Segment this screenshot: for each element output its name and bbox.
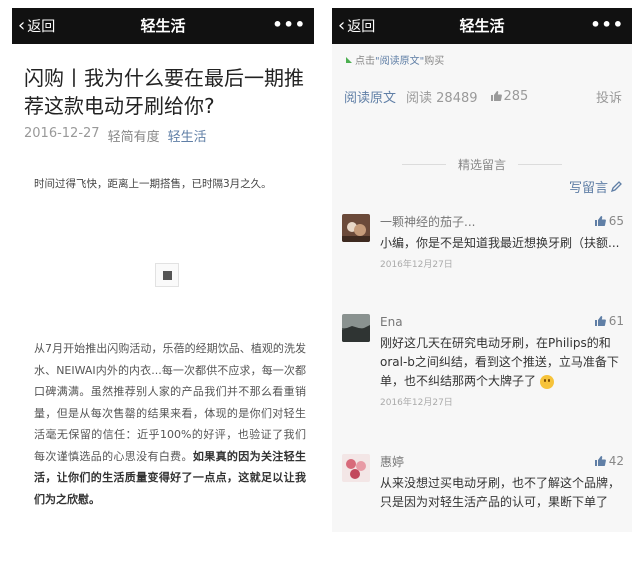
back-button[interactable]: ‹ 返回 [338,8,375,44]
comment-like-button[interactable]: 61 [594,314,624,328]
comments-panel: ‹ 返回 轻生活 ••• 点击 "阅读原文" 购买 阅读原文 阅读 28489 … [332,8,632,532]
thumbs-up-icon [594,316,606,326]
avatar[interactable] [342,314,370,342]
article-panel: ‹ 返回 轻生活 ••• 闪购丨我为什么要在最后一期推荐这款电动牙刷给你? 20… [12,8,314,560]
write-comment-label: 写留言 [568,181,608,196]
comment-text: 刚好这几天在研究电动牙刷，在Philips的和oral-b之间纠结，看到这个推送… [380,334,624,391]
thumbs-up-icon [490,91,502,101]
navbar: ‹ 返回 轻生活 ••• [12,8,314,44]
article-intro: 时间过得飞快，距离上一期搭售，已时隔3月之久。 [34,178,272,190]
article-meta: 2016-12-27 轻简有度 轻生活 [24,126,207,145]
comment-nickname: Ena [380,315,403,329]
nav-title: 轻生活 [459,17,505,35]
hint-prefix: 点击 [355,56,375,67]
flag-icon [346,56,352,63]
article-stats: 阅读原文 阅读 28489 285 投诉 [344,86,622,106]
comment-text: 小编，你是不是知道我最近想换牙刷（扶额... [380,236,620,250]
back-label: 返回 [347,19,376,35]
article-body: 从7月开始推出闪购活动，乐蓓的经期饮品、植观的洗发水、NEIWAI内外的内衣..… [34,338,306,510]
read-count: 阅读 28489 [406,90,478,106]
more-menu-icon[interactable]: ••• [272,8,306,44]
article-body-text: 从7月开始推出闪购活动，乐蓓的经期饮品、植观的洗发水、NEIWAI内外的内衣..… [34,342,306,463]
comment-like-count: 61 [608,314,624,328]
comment-like-count: 65 [608,214,624,228]
article-title: 闪购丨我为什么要在最后一期推荐这款电动牙刷给你? [24,66,304,118]
featured-comments-divider: 精选留言 [402,156,563,173]
account-link[interactable]: 轻生活 [168,126,207,145]
article-date: 2016-12-27 [24,126,100,141]
comment-nickname: 一颗神经的茄子... [380,215,476,229]
like-button[interactable]: 285 [490,88,529,104]
image-placeholder-icon [162,270,172,280]
comment-like-button[interactable]: 65 [594,214,624,228]
hint-suffix: 购买 [424,56,445,67]
image-loading-placeholder [155,263,179,287]
comment-body: 惠婷 42 从来没想过买电动牙刷，也不了解这个品牌，只是因为对轻生活产品的认可，… [380,454,624,512]
hint-link[interactable]: "阅读原文" [375,52,424,67]
divider-line [518,164,563,165]
thumbs-up-icon [594,456,606,466]
back-label: 返回 [27,19,56,35]
like-count: 285 [503,88,529,104]
comment-body: Ena 61 刚好这几天在研究电动牙刷，在Philips的和oral-b之间纠结… [380,314,624,408]
comment-text: 从来没想过买电动牙刷，也不了解这个品牌，只是因为对轻生活产品的认可，果断下单了 [380,476,621,509]
pencil-icon [611,181,622,192]
chevron-left-icon: ‹ [18,15,26,36]
nav-title: 轻生活 [140,17,186,35]
comment-nickname: 惠婷 [380,455,405,469]
article-author: 轻简有度 [107,130,160,145]
comment-date: 2016年12月27日 [380,260,453,270]
report-link[interactable]: 投诉 [596,87,622,106]
comment-like-button[interactable]: 42 [594,454,624,468]
avatar[interactable] [342,454,370,482]
divider-line [402,164,446,165]
comment-body: 一颗神经的茄子... 65 小编，你是不是知道我最近想换牙刷（扶额... 201… [380,214,624,270]
write-comment-button[interactable]: 写留言 [569,177,622,196]
more-menu-icon[interactable]: ••• [590,8,624,44]
featured-comments-label: 精选留言 [458,158,507,172]
thumbs-up-icon [594,216,606,226]
comment-like-count: 42 [608,454,624,468]
comment-text-body: 刚好这几天在研究电动牙刷，在Philips的和oral-b之间纠结，看到这个推送… [380,336,619,388]
read-original-hint: 点击 "阅读原文" 购买 [346,52,444,67]
comment-date: 2016年12月27日 [380,398,453,408]
navbar: ‹ 返回 轻生活 ••• [332,8,632,44]
read-original-link[interactable]: 阅读原文 [344,87,396,106]
back-button[interactable]: ‹ 返回 [18,8,55,44]
avatar[interactable] [342,214,370,242]
chevron-left-icon: ‹ [338,15,346,36]
grin-emoji-icon [539,374,554,389]
